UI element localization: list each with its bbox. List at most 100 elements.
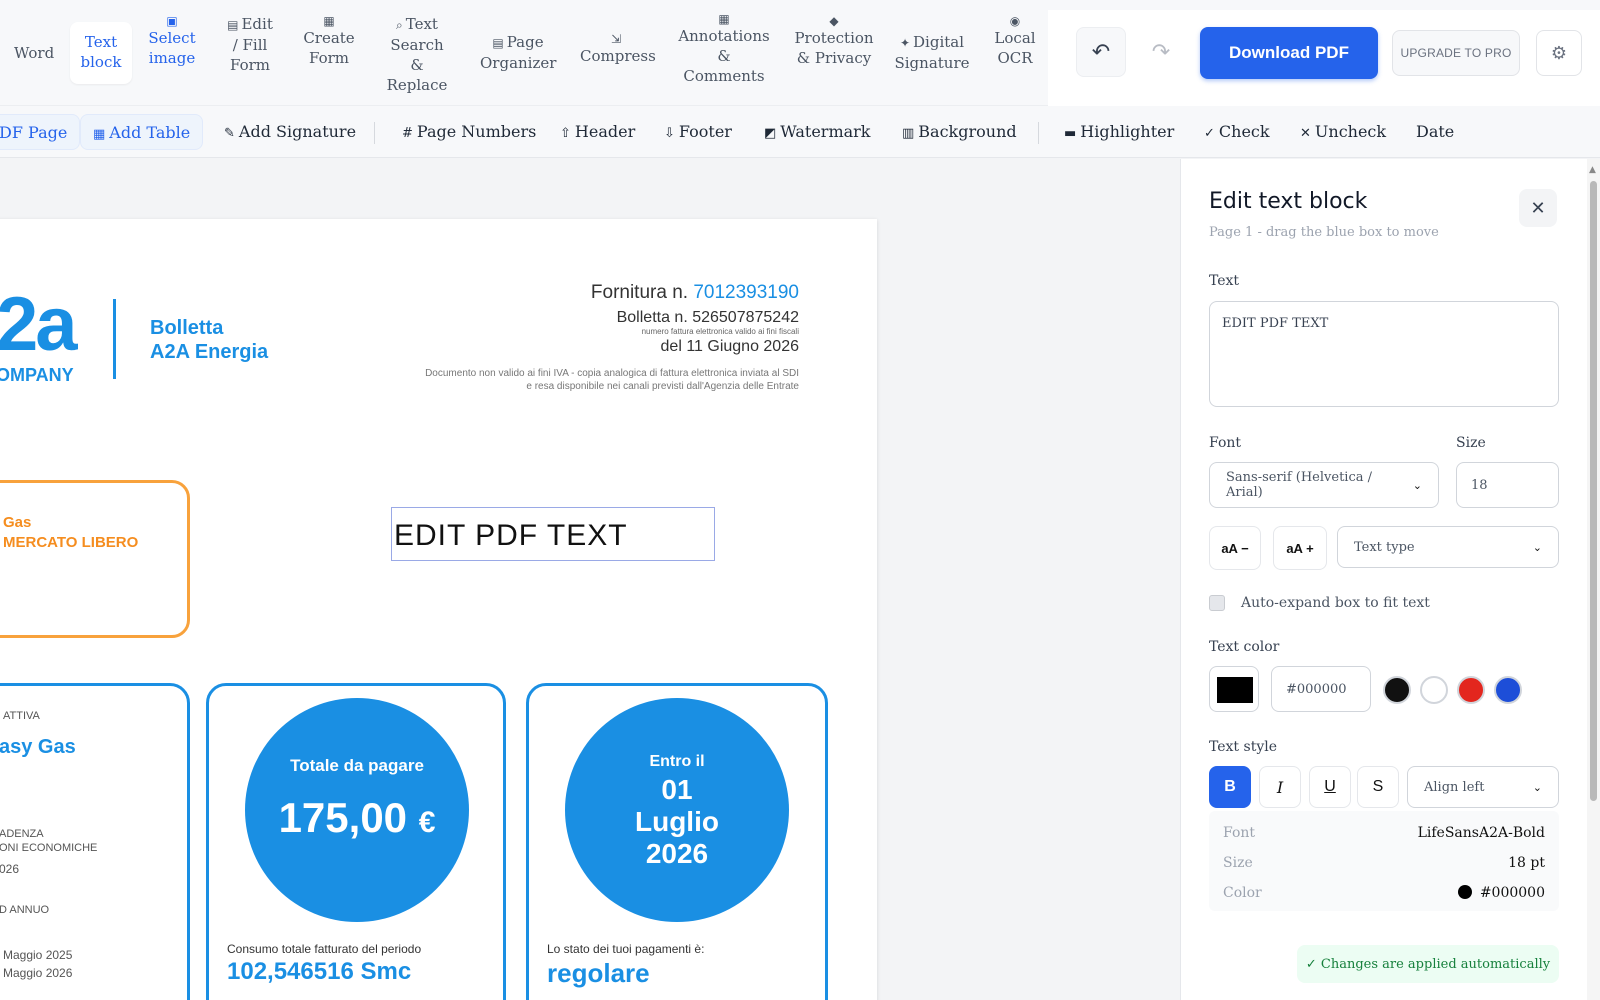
add-signature-button[interactable]: ✎ Add Signature [224, 114, 356, 150]
consumption-label: Consumo totale fatturato del periodo [227, 942, 422, 956]
total-amount: 175,00 € [278, 794, 436, 841]
tool-search-replace[interactable]: ⌕ Text Search & Replace [382, 14, 452, 95]
editable-text-block[interactable]: EDIT PDF TEXT [391, 507, 715, 561]
document-viewport[interactable]: 2a OMPANY Bolletta A2A Energia Fornitura… [0, 159, 1180, 1000]
auto-expand-label: Auto-expand box to fit text [1241, 595, 1430, 611]
ocr-icon: ◉ [1009, 14, 1021, 28]
redo-icon: ↷ [1151, 39, 1171, 65]
strikethrough-button[interactable]: S [1357, 766, 1399, 808]
offer-detail: Maggio 2025 [3, 948, 73, 962]
upgrade-button[interactable]: UPGRADE TO PRO [1392, 30, 1520, 76]
panel-scrollbar[interactable]: ▲ [1587, 159, 1600, 1000]
organizer-icon: ▤ [492, 36, 504, 50]
edit-text-panel: Edit text block Page 1 - drag the blue b… [1180, 159, 1587, 1000]
color-preset-black[interactable] [1383, 676, 1411, 704]
text-type-select[interactable]: Text type ⌄ [1337, 526, 1559, 568]
background-icon: ▥ [902, 126, 915, 141]
size-input[interactable]: 18 [1456, 462, 1559, 508]
info-size-key: Size [1223, 855, 1253, 871]
italic-button[interactable]: I [1259, 766, 1301, 808]
watermark-icon: ◩ [764, 126, 777, 141]
offer-detail: D ANNUO [0, 904, 50, 916]
add-table-button[interactable]: ▦ Add Table [80, 114, 204, 150]
panel-title: Edit text block [1209, 189, 1368, 214]
form-icon: ▤ [227, 18, 239, 32]
annotation-icon: ▦ [718, 12, 730, 26]
font-select[interactable]: Sans-serif (Helvetica / Arial) ⌄ [1209, 462, 1439, 508]
check-button[interactable]: ✓ Check [1204, 114, 1270, 150]
toolbar-divider [1038, 122, 1039, 144]
due-year: 2026 [645, 838, 709, 869]
bill-number-note: numero fattura elettronica valido ai fin… [641, 327, 799, 336]
tool-protection[interactable]: ◆ Protection & Privacy [792, 14, 876, 68]
pdf-page[interactable]: 2a OMPANY Bolletta A2A Energia Fornitura… [0, 219, 877, 1000]
decrease-size-button[interactable]: aA − [1209, 526, 1261, 570]
toolbar-divider [374, 122, 375, 144]
color-preset-white[interactable] [1420, 676, 1448, 704]
watermark-button[interactable]: ◩ Watermark [764, 114, 871, 150]
chevron-down-icon: ⌄ [1532, 780, 1542, 794]
uncheck-button[interactable]: ✕ Uncheck [1300, 114, 1386, 150]
total-card: Totale da pagare 175,00 € Consumo totale… [206, 683, 506, 1000]
color-dot-icon [1457, 885, 1472, 899]
due-day: 01 [661, 774, 693, 805]
secondary-toolbar: DF Page ▦ Add Table ✎ Add Signature # Page … [0, 106, 1600, 158]
auto-expand-checkbox[interactable] [1209, 595, 1225, 611]
tool-text-block[interactable]: Text block [70, 22, 132, 84]
tool-annotations[interactable]: ▦ Annotations & Comments [678, 12, 770, 86]
auto-apply-notice: ✓ Changes are applied automatically [1297, 945, 1559, 983]
payment-status-label: Lo stato dei tuoi pagamenti è: [547, 942, 705, 956]
bill-number: Bolletta n. 526507875242 [616, 309, 799, 326]
color-preset-red[interactable] [1457, 676, 1485, 704]
tool-compress[interactable]: ⇲ Compress [580, 32, 656, 66]
arrow-up-icon: ⇧ [560, 126, 571, 141]
due-label: Entro il [649, 753, 705, 770]
color-preset-blue[interactable] [1494, 676, 1522, 704]
scrollbar-thumb[interactable] [1590, 181, 1597, 801]
close-panel-button[interactable]: ✕ [1519, 189, 1557, 227]
close-icon: ✕ [1300, 126, 1311, 141]
page-numbers-button[interactable]: # Page Numbers [402, 114, 536, 150]
date-button[interactable]: Date [1416, 114, 1454, 150]
panel-subtitle: Page 1 - drag the blue box to move [1209, 225, 1439, 240]
tool-local-ocr[interactable]: ◉ Local OCR [994, 14, 1036, 68]
tool-digital-signature[interactable]: ✦ Digital Signature [894, 32, 970, 73]
shield-icon: ◆ [829, 14, 839, 28]
supply-number: Fornitura n. 7012393190 [590, 282, 799, 303]
download-pdf-button[interactable]: Download PDF [1200, 27, 1378, 79]
undo-button[interactable]: ↶ [1076, 27, 1126, 77]
tool-word[interactable]: Word [14, 43, 54, 63]
underline-button[interactable]: U [1309, 766, 1351, 808]
highlighter-button[interactable]: ▬ Highlighter [1064, 114, 1174, 150]
info-font-key: Font [1223, 825, 1256, 841]
redo-button[interactable]: ↷ [1136, 27, 1186, 77]
background-button[interactable]: ▥ Background [902, 114, 1017, 150]
gas-market-box: Gas MERCATO LIBERO [0, 480, 190, 638]
increase-size-button[interactable]: aA + [1273, 526, 1327, 570]
align-select[interactable]: Align left ⌄ [1407, 766, 1559, 808]
offer-card: ATTIVA asy Gas ADENZA ONI ECONOMICHE 026… [0, 683, 190, 1000]
tool-create-form[interactable]: ▦ Create Form [302, 14, 356, 68]
offer-detail: ONI ECONOMICHE [0, 842, 98, 854]
color-hex-input[interactable]: #000000 [1271, 666, 1371, 712]
header-button[interactable]: ⇧ Header [560, 114, 635, 150]
offer-name: asy Gas [0, 736, 76, 758]
bold-button[interactable]: B [1209, 766, 1251, 808]
due-date-circle: Entro il 01 Luglio 2026 [565, 698, 789, 922]
total-circle: Totale da pagare 175,00 € [245, 698, 469, 922]
tool-page-organizer[interactable]: ▤ Page Organizer [480, 32, 556, 73]
add-pdf-page-button[interactable]: DF Page [0, 114, 81, 150]
tool-edit-fill-form[interactable]: ▤ Edit / Fill Form [222, 14, 278, 75]
color-swatch[interactable] [1209, 666, 1259, 712]
font-select-value: Sans-serif (Helvetica / Arial) [1226, 470, 1372, 500]
company-logo-subtitle: OMPANY [0, 365, 74, 385]
text-input[interactable]: EDIT PDF TEXT [1209, 301, 1559, 407]
offer-detail: Maggio 2026 [3, 966, 73, 980]
settings-button[interactable]: ⚙ [1536, 30, 1582, 76]
footer-button[interactable]: ⇩ Footer [664, 114, 732, 150]
payment-status-value: regolare [547, 958, 650, 988]
tool-select-image[interactable]: ▣ Select image [146, 14, 198, 68]
font-label: Font [1209, 435, 1242, 451]
align-value: Align left [1424, 779, 1485, 795]
pen-icon: ✎ [224, 126, 235, 141]
